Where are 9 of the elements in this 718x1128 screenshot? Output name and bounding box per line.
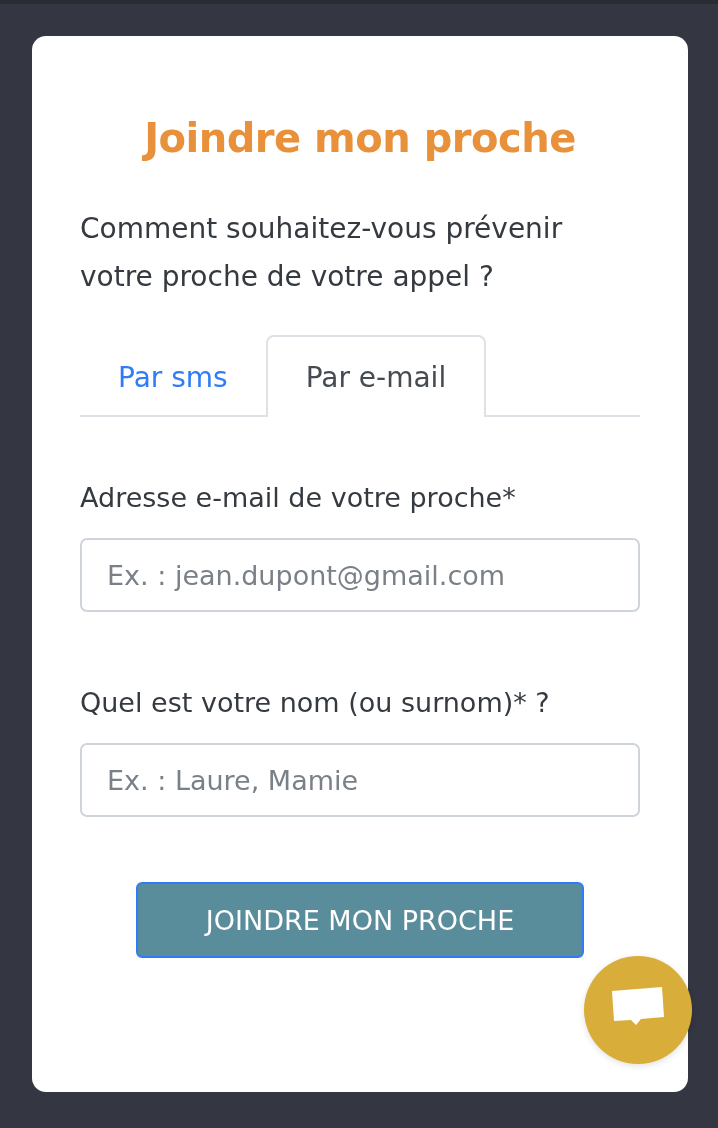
page-title: Joindre mon proche [141, 114, 577, 163]
intro-text: Comment souhaitez-vous prévenir votre proche de votre appel ? [80, 211, 564, 295]
field-label: Quel est votre nom (ou surnom)* ? [80, 686, 550, 720]
tab[interactable]: Par e-mail [265, 335, 487, 417]
field-label: Adresse e-mail de votre proche* [80, 481, 516, 515]
tab[interactable]: Par sms [80, 335, 266, 417]
input-field[interactable]: Ex. : jean.dupont@gmail.com [80, 538, 640, 612]
input-field[interactable]: Ex. : Laure, Mamie [80, 743, 640, 817]
submit-button[interactable]: JOINDRE MON PROCHE [136, 882, 584, 958]
